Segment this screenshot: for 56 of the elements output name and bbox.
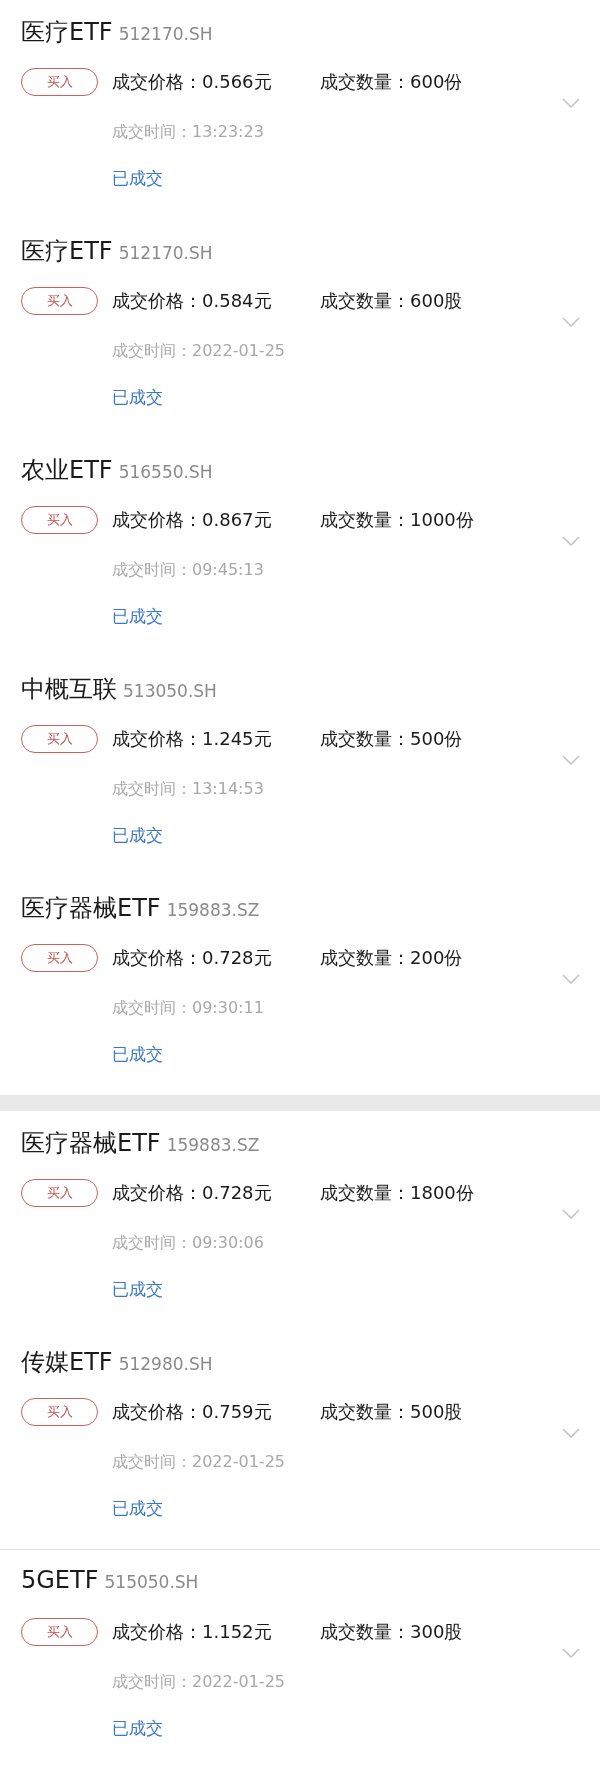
- fund-code: 512170.SH: [118, 24, 213, 44]
- expand-chevron-icon[interactable]: [562, 1648, 580, 1658]
- expand-chevron-icon[interactable]: [562, 536, 580, 546]
- trade-price: 成交价格：0.728元: [112, 1181, 273, 1205]
- trade-status: 已成交: [112, 1497, 163, 1520]
- trade-time: 成交时间：2022-01-25: [112, 1671, 286, 1693]
- fund-code: 512170.SH: [118, 243, 213, 263]
- trade-status: 已成交: [112, 167, 163, 190]
- trade-status: 已成交: [112, 605, 163, 628]
- expand-chevron-icon[interactable]: [562, 755, 580, 765]
- trade-status: 已成交: [112, 1717, 163, 1740]
- fund-code: 159883.SZ: [166, 900, 260, 920]
- trade-status: 已成交: [112, 824, 163, 847]
- expand-chevron-icon[interactable]: [562, 98, 580, 108]
- trade-quantity: 成交数量：300股: [320, 1620, 463, 1644]
- trade-price: 成交价格：0.584元: [112, 289, 273, 313]
- fund-name: 5GETF: [21, 1566, 99, 1594]
- trade-quantity: 成交数量：1800份: [320, 1181, 474, 1205]
- fund-code: 515050.SH: [104, 1572, 199, 1592]
- trade-time: 成交时间：09:30:11: [112, 997, 265, 1019]
- trade-status: 已成交: [112, 1278, 163, 1301]
- fund-code: 513050.SH: [123, 681, 217, 701]
- trade-quantity: 成交数量：1000份: [320, 508, 474, 532]
- trade-time: 成交时间：13:14:53: [112, 778, 265, 800]
- trade-price: 成交价格：0.867元: [112, 508, 273, 532]
- trade-time: 成交时间：2022-01-25: [112, 340, 286, 362]
- trade-time: 成交时间：13:23:23: [112, 121, 265, 143]
- fund-code: 516550.SH: [118, 462, 213, 482]
- trade-price: 成交价格：0.566元: [112, 70, 273, 94]
- expand-chevron-icon[interactable]: [562, 1209, 580, 1219]
- fund-name: 传媒ETF: [21, 1347, 113, 1378]
- fund-name: 医疗器械ETF: [21, 893, 161, 924]
- trade-quantity: 成交数量：200份: [320, 946, 463, 970]
- expand-chevron-icon[interactable]: [562, 974, 580, 984]
- trade-quantity: 成交数量：600份: [320, 70, 463, 94]
- trade-status: 已成交: [112, 1043, 163, 1066]
- trade-price: 成交价格：1.152元: [112, 1620, 273, 1644]
- trade-quantity: 成交数量：600股: [320, 289, 463, 313]
- fund-code: 159883.SZ: [166, 1135, 260, 1155]
- fund-name: 医疗ETF: [21, 17, 113, 48]
- expand-chevron-icon[interactable]: [562, 1428, 580, 1438]
- trade-status: 已成交: [112, 386, 163, 409]
- fund-name: 农业ETF: [21, 455, 113, 486]
- expand-chevron-icon[interactable]: [562, 317, 580, 327]
- fund-name: 中概互联: [21, 674, 117, 705]
- trade-price: 成交价格：0.759元: [112, 1400, 273, 1424]
- trade-time: 成交时间：2022-01-25: [112, 1451, 286, 1473]
- trade-time: 成交时间：09:45:13: [112, 559, 265, 581]
- trade-price: 成交价格：0.728元: [112, 946, 273, 970]
- fund-code: 512980.SH: [118, 1354, 213, 1374]
- fund-name: 医疗器械ETF: [21, 1128, 161, 1159]
- trade-quantity: 成交数量：500股: [320, 1400, 463, 1424]
- trade-quantity: 成交数量：500份: [320, 727, 463, 751]
- trade-price: 成交价格：1.245元: [112, 727, 273, 751]
- fund-name: 医疗ETF: [21, 236, 113, 267]
- trade-time: 成交时间：09:30:06: [112, 1232, 265, 1254]
